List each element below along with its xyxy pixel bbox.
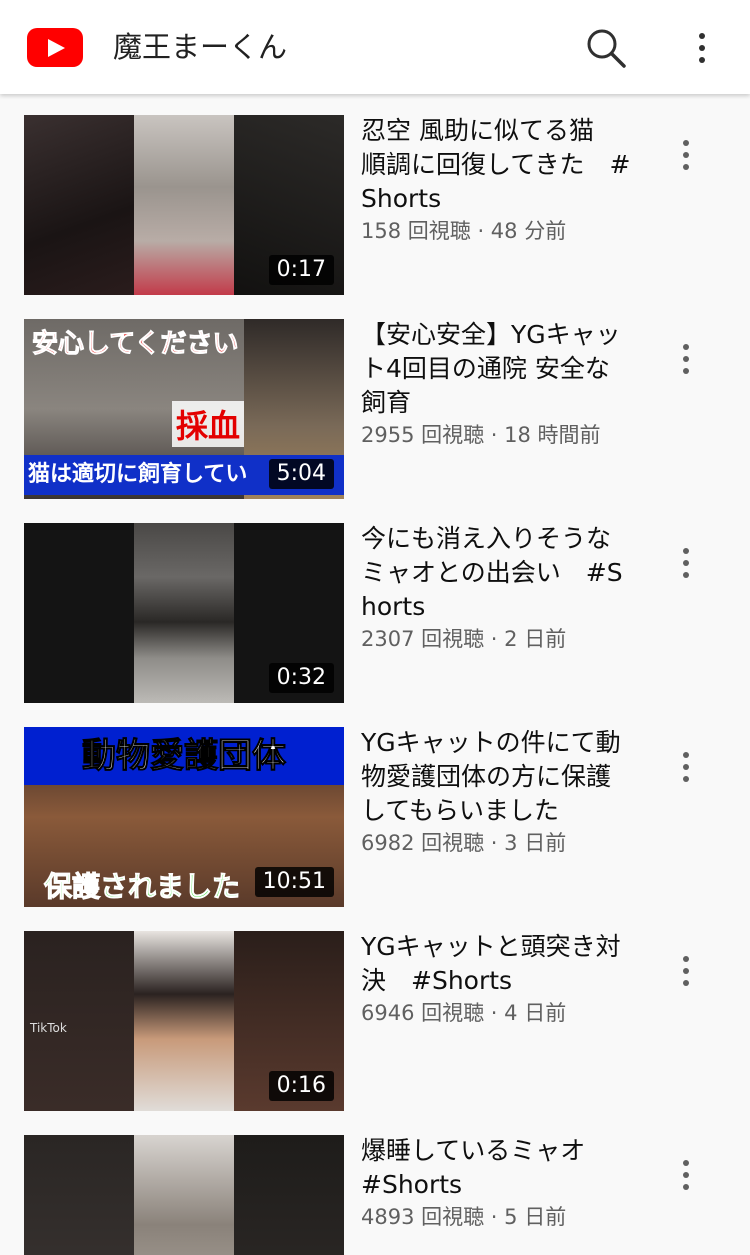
published-age: 5 日前 <box>504 1205 567 1229</box>
video-duration: 0:16 <box>268 1071 334 1101</box>
video-item[interactable]: 0:17 忍空 風助に似てる猫 順調に回復してきた #Shorts 158 回視… <box>0 94 750 298</box>
video-thumbnail[interactable]: 安心してください 採血 猫は適切に飼育してい 5:04 <box>24 319 344 499</box>
meta-separator: · <box>484 1205 505 1229</box>
video-duration: 0:17 <box>268 255 334 285</box>
published-age: 48 分前 <box>490 219 567 243</box>
top-app-bar: 魔王まーくん <box>0 0 750 94</box>
video-title[interactable]: YGキャットの件にて動物愛護団体の方に保護してもらいました <box>361 726 631 828</box>
video-duration: 10:51 <box>254 867 334 897</box>
view-count: 158 回視聴 <box>361 219 471 243</box>
thumbnail-caption-bottom: 保護されました <box>43 870 241 904</box>
thumbnail-caption-middle: 採血 <box>172 401 245 447</box>
video-item[interactable]: 動物愛護団体 保護されました 10:51 YGキャットの件にて動物愛護団体の方に… <box>0 706 750 910</box>
search-icon[interactable] <box>584 26 628 70</box>
video-item[interactable]: 安心してください 採血 猫は適切に飼育してい 5:04 【安心安全】YGキャット… <box>0 298 750 502</box>
more-vert-icon[interactable] <box>688 28 716 68</box>
channel-title: 魔王まーくん <box>113 30 288 64</box>
video-more-icon[interactable] <box>672 134 700 176</box>
view-count: 2955 回視聴 <box>361 423 485 447</box>
video-title[interactable]: 爆睡しているミャオ #Shorts <box>361 1134 631 1202</box>
video-title[interactable]: 今にも消え入りそうなミャオとの出会い #Shorts <box>361 522 631 624</box>
published-age: 4 日前 <box>504 1001 567 1025</box>
video-item[interactable]: TikTok 0:16 YGキャットと頭突き対決 #Shorts 6946 回視… <box>0 910 750 1114</box>
youtube-logo-icon[interactable] <box>27 28 83 67</box>
video-more-icon[interactable] <box>672 1154 700 1196</box>
video-thumbnail[interactable]: 動物愛護団体 保護されました 10:51 <box>24 727 344 907</box>
video-duration: 0:32 <box>268 663 334 693</box>
video-more-icon[interactable] <box>672 950 700 992</box>
meta-separator: · <box>484 831 505 855</box>
meta-separator: · <box>484 627 505 651</box>
meta-separator: · <box>484 1001 505 1025</box>
video-thumbnail[interactable] <box>24 1135 344 1255</box>
view-count: 4893 回視聴 <box>361 1205 485 1229</box>
video-item[interactable]: 0:32 今にも消え入りそうなミャオとの出会い #Shorts 2307 回視聴… <box>0 502 750 706</box>
video-more-icon[interactable] <box>672 746 700 788</box>
view-count: 6946 回視聴 <box>361 1001 485 1025</box>
video-thumbnail[interactable]: TikTok 0:16 <box>24 931 344 1111</box>
video-thumbnail[interactable]: 0:32 <box>24 523 344 703</box>
video-title[interactable]: 忍空 風助に似てる猫 順調に回復してきた #Shorts <box>361 114 631 216</box>
thumbnail-caption-top: 動物愛護団体 <box>24 727 344 785</box>
tiktok-watermark: TikTok <box>30 1021 67 1035</box>
meta-separator: · <box>470 219 491 243</box>
video-more-icon[interactable] <box>672 542 700 584</box>
video-thumbnail[interactable]: 0:17 <box>24 115 344 295</box>
view-count: 2307 回視聴 <box>361 627 485 651</box>
video-title[interactable]: YGキャットと頭突き対決 #Shorts <box>361 930 631 998</box>
video-more-icon[interactable] <box>672 338 700 380</box>
meta-separator: · <box>484 423 505 447</box>
published-age: 3 日前 <box>504 831 567 855</box>
view-count: 6982 回視聴 <box>361 831 485 855</box>
published-age: 18 時間前 <box>504 423 601 447</box>
video-duration: 5:04 <box>268 459 334 489</box>
thumbnail-caption-top: 安心してください <box>31 329 239 360</box>
video-title[interactable]: 【安心安全】YGキャット4回目の通院 安全な飼育 <box>361 318 631 420</box>
video-item[interactable]: 爆睡しているミャオ #Shorts 4893 回視聴 · 5 日前 <box>0 1114 750 1255</box>
published-age: 2 日前 <box>504 627 567 651</box>
